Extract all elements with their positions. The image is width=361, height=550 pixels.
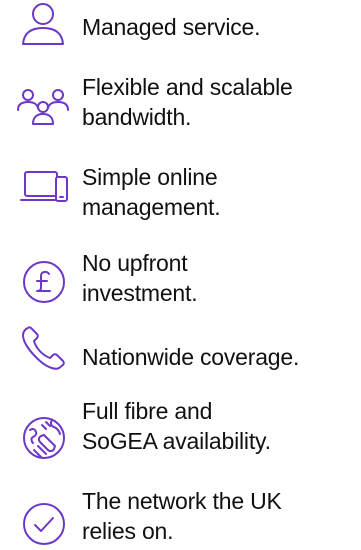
feature-line: investment. [82, 280, 198, 306]
feature-text: Nationwide coverage. [82, 342, 299, 372]
feature-line: SoGEA availability. [82, 428, 271, 454]
feature-line: Managed service. [82, 14, 261, 40]
feature-line: No upfront [82, 250, 188, 276]
feature-line: Simple online [82, 164, 218, 190]
feature-line: bandwidth. [82, 104, 192, 130]
feature-text: Flexible and scalable bandwidth. [82, 72, 293, 132]
feature-text: Managed service. [82, 12, 261, 42]
globe-plug-icon [22, 416, 66, 460]
feature-list: Managed service. Flexible and scalable b… [0, 0, 361, 550]
feature-item-online-management: Simple online management. [0, 150, 361, 220]
laptop-phone-icon [20, 168, 70, 208]
feature-item-flexible-bandwidth: Flexible and scalable bandwidth. [0, 68, 361, 138]
feature-text: Simple online management. [82, 162, 221, 222]
feature-item-managed-service: Managed service. [0, 0, 361, 50]
feature-text: The network the UK relies on. [82, 486, 282, 546]
feature-item-no-upfront: No upfront investment. [0, 238, 361, 308]
feature-text: No upfront investment. [82, 248, 198, 308]
feature-text: Full fibre and SoGEA availability. [82, 396, 271, 456]
feature-line: management. [82, 194, 221, 220]
feature-item-full-fibre: Full fibre and SoGEA availability. [0, 394, 361, 464]
check-circle-icon [22, 502, 66, 546]
people-group-icon [16, 88, 70, 126]
user-icon [20, 2, 66, 46]
feature-line: relies on. [82, 518, 174, 544]
feature-line: Nationwide coverage. [82, 344, 300, 370]
feature-line: Full fibre and [82, 398, 213, 424]
feature-line: The network the UK [82, 488, 282, 514]
feature-item-network: The network the UK relies on. [0, 478, 361, 548]
pound-coin-icon [22, 260, 66, 304]
feature-item-nationwide-coverage: Nationwide coverage. [0, 322, 361, 382]
phone-handset-icon [22, 326, 66, 370]
feature-line: Flexible and scalable [82, 74, 293, 100]
